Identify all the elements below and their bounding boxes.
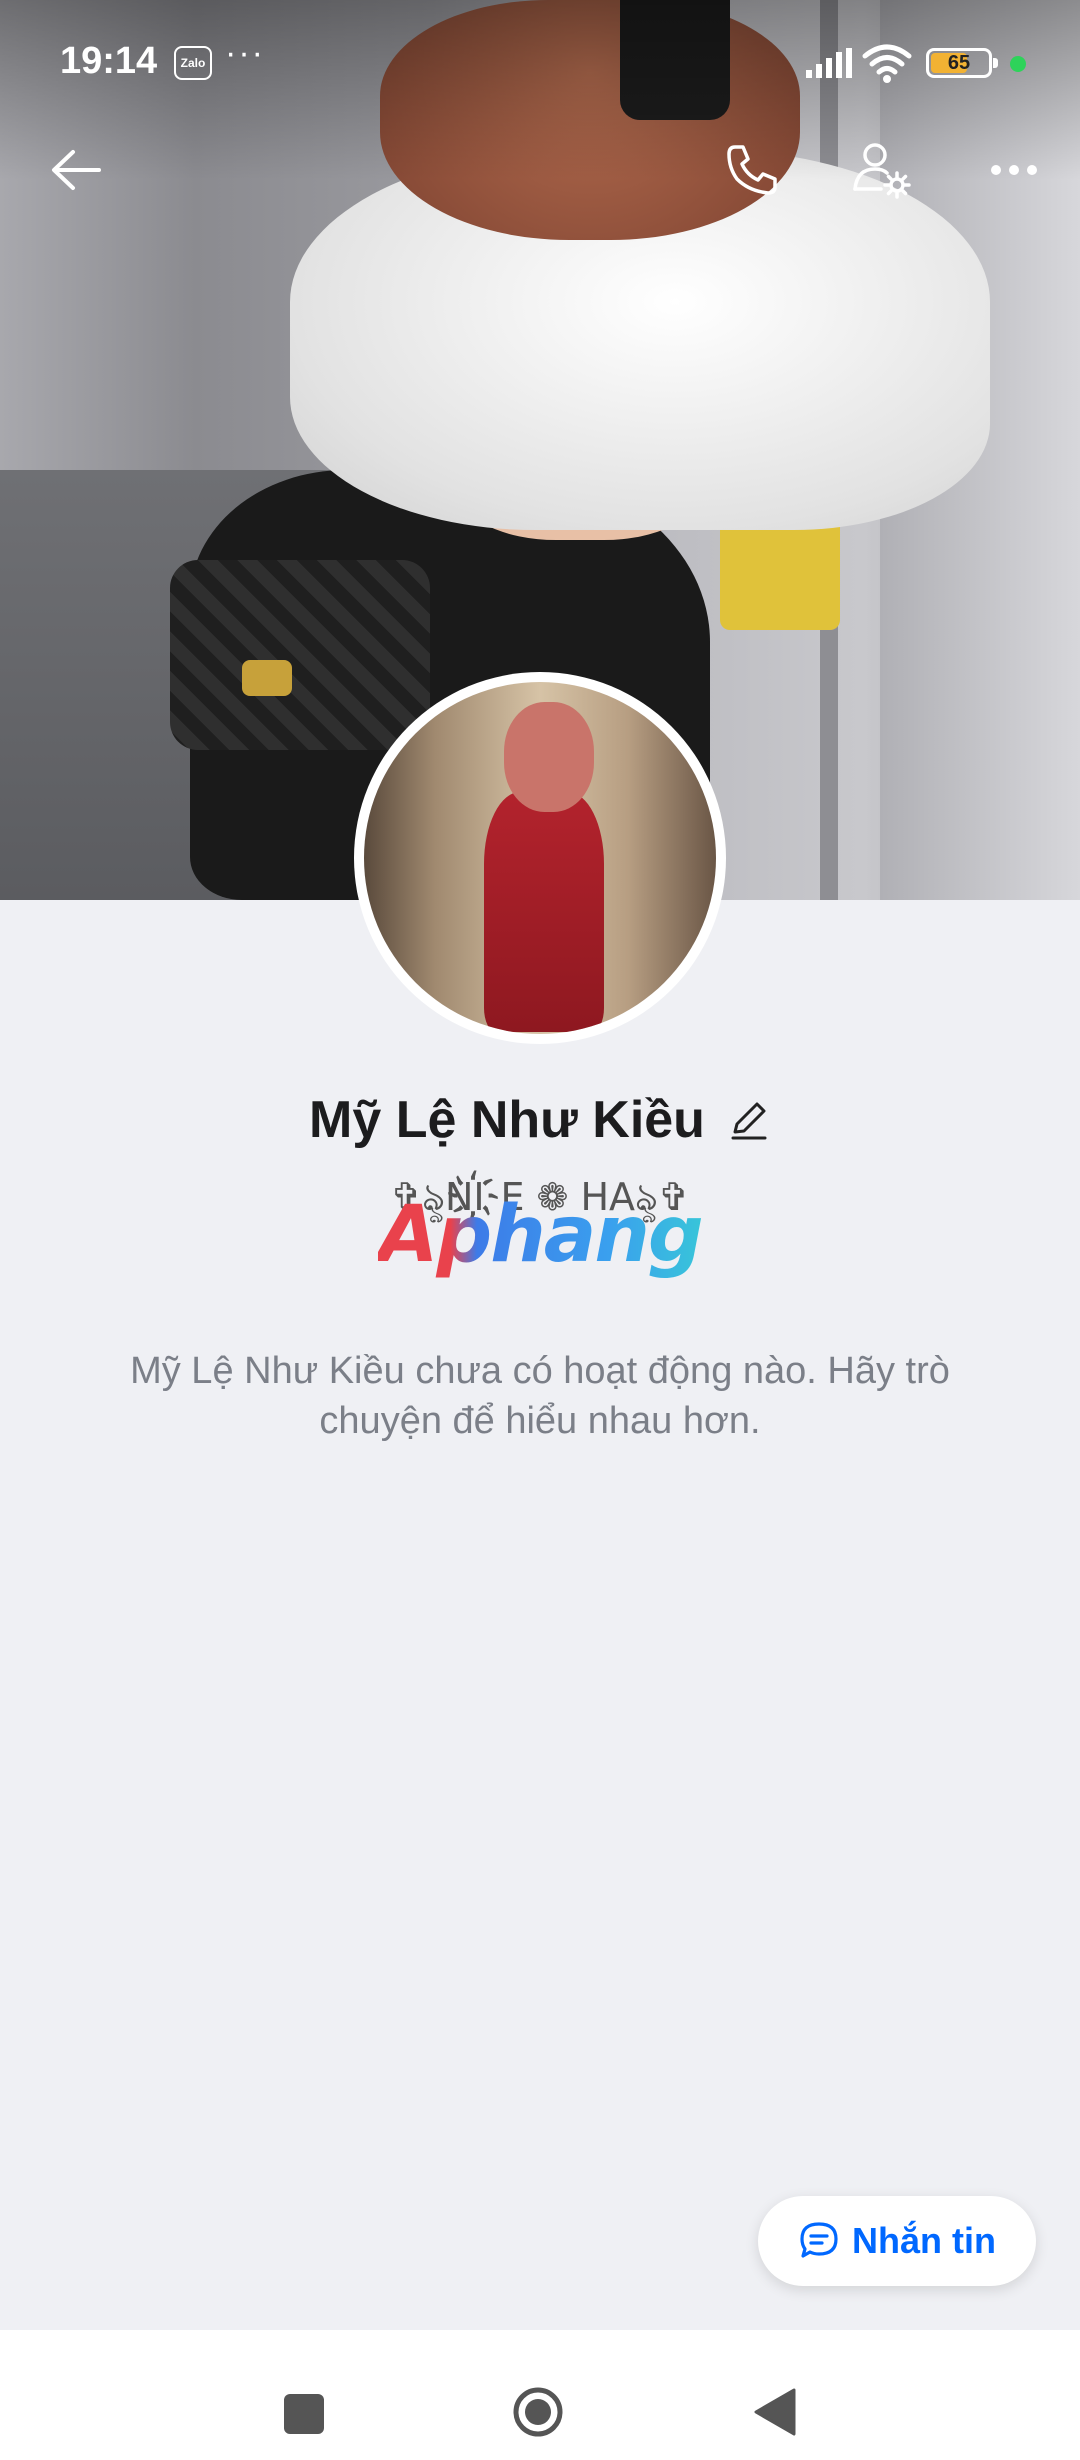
avatar-photo (364, 682, 716, 1034)
edit-pencil-icon[interactable] (727, 1098, 771, 1142)
battery-level-text: 65 (947, 52, 971, 74)
signal-icon (806, 48, 852, 78)
user-gear-icon (853, 143, 911, 199)
back-button[interactable] (40, 134, 112, 206)
more-dots-icon (991, 165, 1037, 175)
message-button[interactable]: Nhắn tin (758, 2196, 1036, 2286)
phone-icon (727, 145, 777, 195)
empty-activity-message: Mỹ Lệ Như Kiều chưa có hoạt động nào. Hã… (130, 1350, 950, 1442)
status-time: 19:14 (60, 40, 158, 82)
message-button-label: Nhắn tin (852, 2220, 996, 2261)
recent-apps-button[interactable] (284, 2394, 324, 2434)
watermark-logo: Aphang (378, 1190, 708, 1280)
battery-icon: 65 (926, 48, 998, 78)
cover-handbag (170, 560, 430, 750)
more-options-button[interactable] (978, 134, 1050, 206)
avatar-hair (504, 702, 594, 812)
user-settings-button[interactable] (846, 134, 918, 206)
avatar[interactable] (354, 672, 726, 1044)
privacy-indicator-dot (1010, 56, 1026, 72)
status-bar: 19:14 Zalo ··· 65 (0, 0, 1080, 130)
home-button[interactable] (512, 2386, 564, 2438)
arrow-left-icon (52, 150, 101, 190)
wifi-icon (862, 44, 912, 83)
zalo-notification-icon: Zalo (174, 46, 212, 80)
nav-back-button[interactable] (752, 2386, 798, 2438)
chat-bubble-icon (800, 2222, 838, 2258)
profile-name: Mỹ Lệ Như Kiều (309, 1091, 705, 1149)
battery-nub (993, 58, 998, 68)
avatar-red-dress (484, 792, 604, 1032)
profile-name-row: Mỹ Lệ Như Kiều (0, 1080, 1080, 1160)
cover-bag-clasp (242, 660, 292, 696)
system-navigation-bar (0, 2330, 1080, 2460)
more-notifications-icon: ··· (225, 34, 265, 72)
call-button[interactable] (716, 134, 788, 206)
